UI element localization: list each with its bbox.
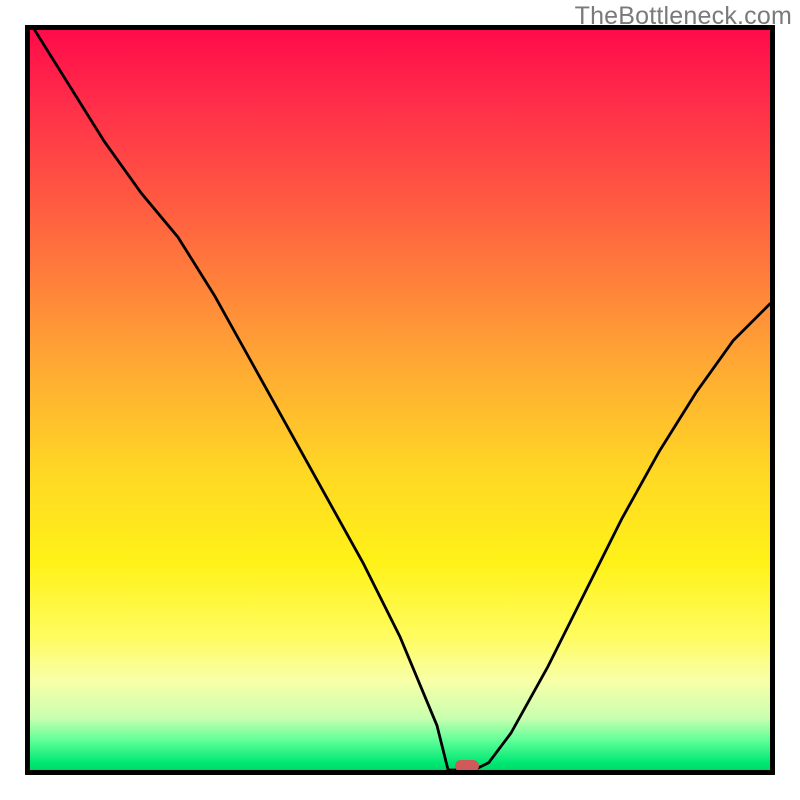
chart-plot-area — [25, 25, 775, 775]
optimal-point-marker — [455, 760, 479, 772]
bottleneck-curve — [30, 30, 770, 770]
watermark-text: TheBottleneck.com — [575, 2, 792, 31]
curve-path — [30, 30, 770, 770]
